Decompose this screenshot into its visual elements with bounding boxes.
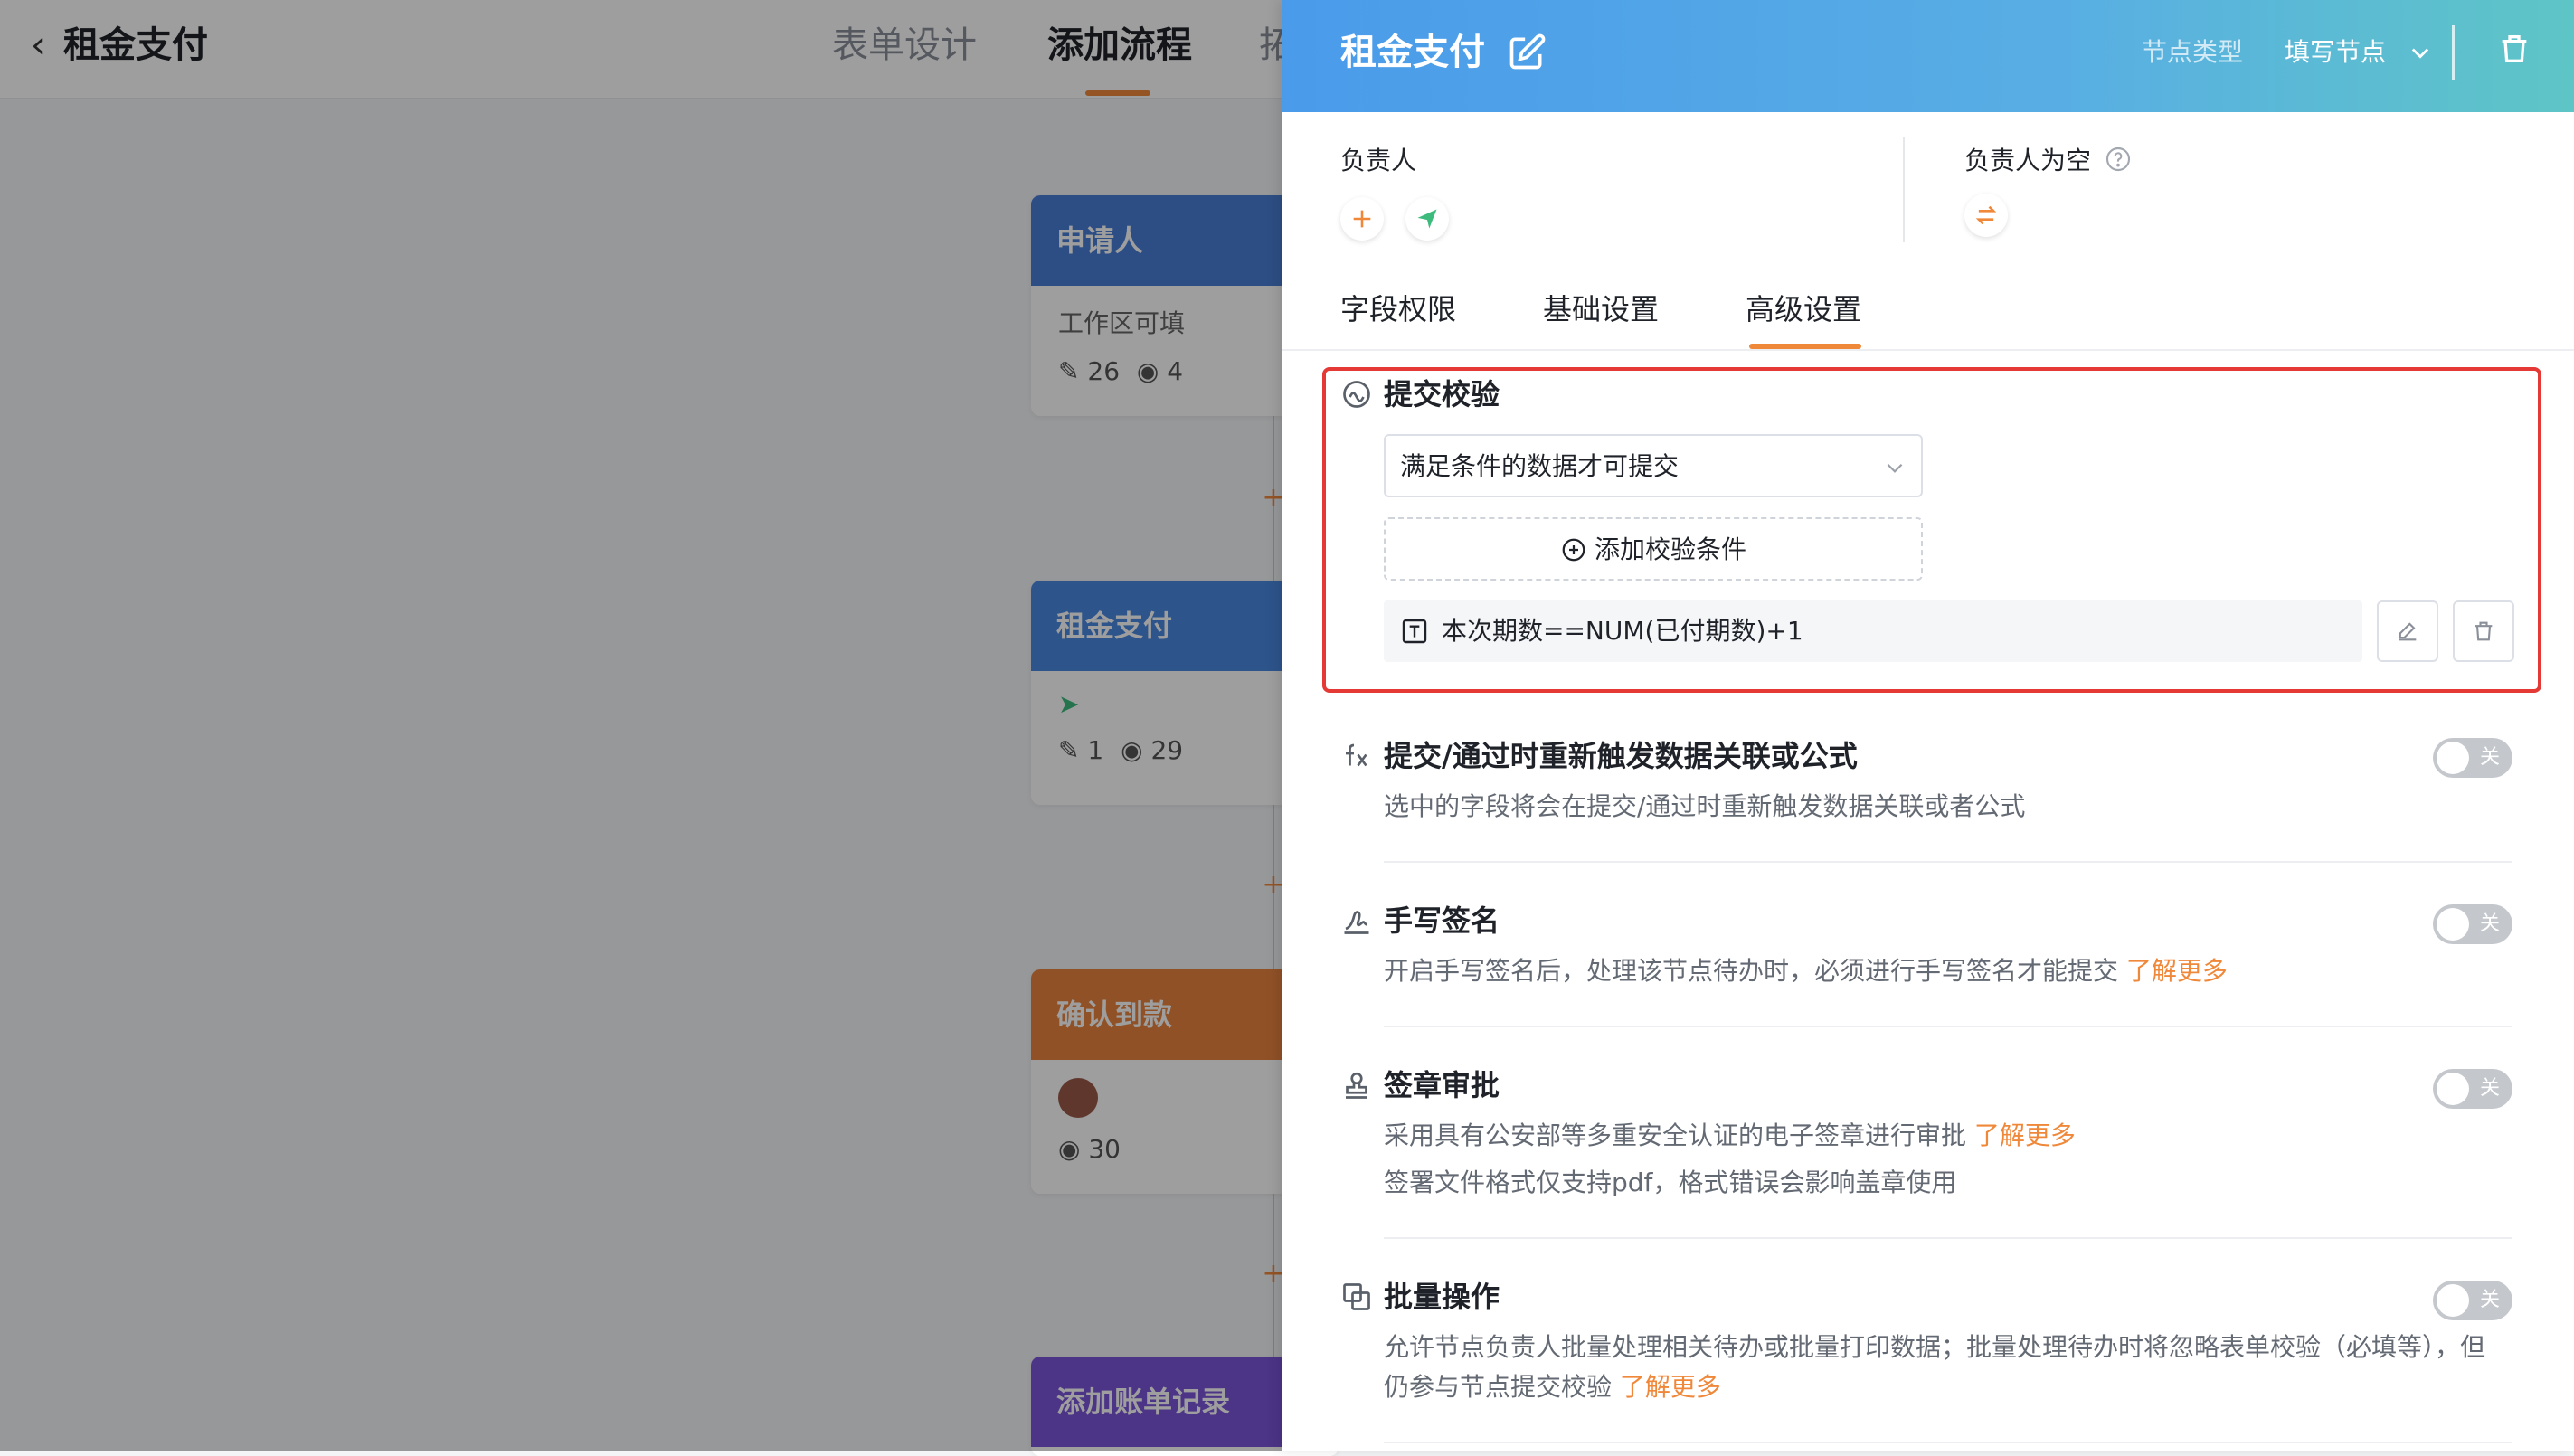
owner-submitter-button[interactable] <box>1405 197 1449 241</box>
toggle-knob <box>2437 1284 2469 1317</box>
retrigger-toggle[interactable]: 关 <box>2433 738 2512 778</box>
section-divider <box>1384 1442 2512 1443</box>
tabs-divider <box>1282 349 2574 351</box>
help-icon[interactable] <box>2104 145 2133 174</box>
toggle-knob <box>2437 1073 2469 1105</box>
signature-title: 手写签名 <box>1384 903 1500 938</box>
add-condition-button[interactable]: 添加校验条件 <box>1384 517 1923 581</box>
node-type-dropdown[interactable]: 填写节点 <box>2285 34 2386 71</box>
batch-desc-line-2: 仍参与节点提交校验 了解更多 <box>1384 1369 1721 1405</box>
add-owner-button[interactable] <box>1340 197 1384 241</box>
batch-desc: 允许节点负责人批量处理相关待办或批量打印数据；批量处理待办时将忽略表单校验（必填… <box>1384 1332 2486 1362</box>
signature-toggle[interactable]: 关 <box>2433 904 2512 944</box>
stamp-toggle[interactable]: 关 <box>2433 1069 2512 1109</box>
edit-icon[interactable] <box>1507 33 1547 72</box>
text-field-icon <box>1402 619 1427 644</box>
signature-icon <box>1344 911 1369 934</box>
chevron-down-icon[interactable] <box>2408 40 2433 65</box>
trash-icon <box>2475 621 2493 641</box>
condition-row: 本次期数==NUM(已付期数)+1 <box>1384 600 2362 662</box>
retrigger-desc: 选中的字段将会在提交/通过时重新触发数据关联或者公式 <box>1384 791 2026 821</box>
submit-check-select[interactable]: 满足条件的数据才可提交 <box>1384 434 1923 497</box>
node-settings-drawer: 租金支付 节点类型 填写节点 负责人 负责人为空 字段权限 基础设置 高级设置 … <box>1282 0 2574 1451</box>
owner-empty-label: 负责人为空 <box>1964 146 2092 175</box>
toggle-state: 关 <box>2479 1289 2500 1311</box>
tab-basic-settings[interactable]: 基础设置 <box>1543 288 1659 331</box>
toggle-knob <box>2437 742 2469 774</box>
batch-desc-2: 仍参与节点提交校验 <box>1384 1372 1613 1402</box>
drawer-header: 租金支付 节点类型 填写节点 <box>1282 0 2574 112</box>
stamp-desc-2: 签署文件格式仅支持pdf，格式错误会影响盖章使用 <box>1384 1168 1957 1197</box>
drawer-title: 租金支付 <box>1340 32 1485 73</box>
submit-check-title: 提交校验 <box>1384 377 1500 411</box>
fx-icon <box>1346 743 1367 767</box>
toggle-state: 关 <box>2479 746 2500 769</box>
stamp-learn-more-link[interactable]: 了解更多 <box>1974 1120 2076 1150</box>
add-condition-label: 添加校验条件 <box>1594 534 1746 564</box>
submit-check-icon <box>1343 381 1370 408</box>
toggle-state: 关 <box>2479 1077 2500 1100</box>
swap-icon <box>1975 205 1997 225</box>
node-type-label: 节点类型 <box>2142 37 2244 67</box>
chevron-down-icon <box>1887 463 1903 473</box>
signature-desc-line: 开启手写签名后，处理该节点待办时，必须进行手写签名才能提交 了解更多 <box>1384 953 2228 989</box>
delete-condition-button[interactable] <box>2453 600 2514 662</box>
toggle-state: 关 <box>2479 912 2500 935</box>
tab-advanced-settings[interactable]: 高级设置 <box>1746 288 1861 331</box>
plus-icon <box>1353 210 1371 228</box>
retrigger-title: 提交/通过时重新触发数据关联或公式 <box>1384 739 1858 773</box>
batch-icon <box>1343 1283 1370 1310</box>
batch-title: 批量操作 <box>1384 1280 1500 1314</box>
batch-toggle[interactable]: 关 <box>2433 1281 2512 1320</box>
header-divider <box>2452 25 2455 80</box>
stamp-desc-line: 采用具有公安部等多重安全认证的电子签章进行审批 了解更多 <box>1384 1118 2076 1154</box>
stamp-icon <box>1346 1072 1367 1099</box>
section-divider <box>1384 1237 2512 1239</box>
send-icon <box>1417 209 1437 229</box>
batch-learn-more-link[interactable]: 了解更多 <box>1620 1372 1721 1402</box>
section-divider <box>1384 1026 2512 1027</box>
owner-empty-switch-button[interactable] <box>1964 194 2008 237</box>
plus-circle-icon <box>1562 538 1585 562</box>
section-divider <box>1384 861 2512 863</box>
modal-overlay[interactable] <box>0 0 1282 1451</box>
delete-icon[interactable] <box>2496 31 2532 67</box>
condition-text: 本次期数==NUM(已付期数)+1 <box>1442 616 1803 646</box>
owner-divider <box>1903 137 1905 242</box>
pencil-icon <box>2399 622 2417 641</box>
stamp-desc: 采用具有公安部等多重安全认证的电子签章进行审批 <box>1384 1120 1967 1150</box>
owner-label: 负责人 <box>1340 146 1417 175</box>
edit-condition-button[interactable] <box>2377 600 2438 662</box>
toggle-knob <box>2437 908 2469 941</box>
stamp-title: 签章审批 <box>1384 1068 1500 1102</box>
signature-learn-more-link[interactable]: 了解更多 <box>2126 956 2228 986</box>
select-value: 满足条件的数据才可提交 <box>1400 451 1680 481</box>
tab-field-permissions[interactable]: 字段权限 <box>1340 288 1456 331</box>
signature-desc: 开启手写签名后，处理该节点待办时，必须进行手写签名才能提交 <box>1384 956 2119 986</box>
